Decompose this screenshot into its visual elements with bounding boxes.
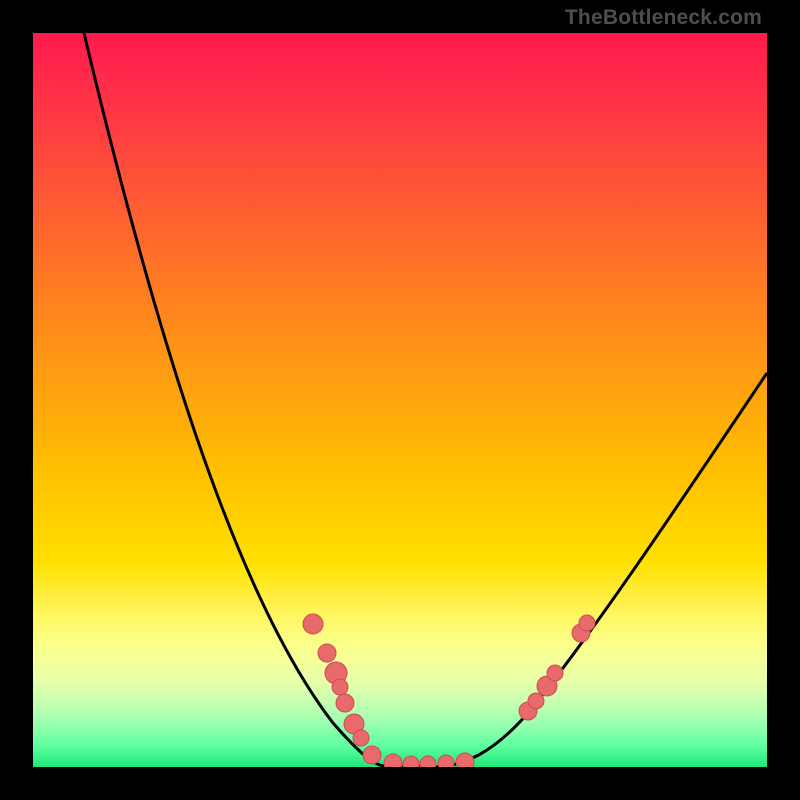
curve-layer — [33, 33, 767, 767]
data-marker — [528, 693, 544, 709]
data-marker — [303, 614, 323, 634]
data-marker — [420, 756, 436, 767]
data-marker — [438, 755, 454, 767]
data-marker — [363, 746, 381, 764]
data-marker — [384, 754, 402, 767]
chart-frame: TheBottleneck.com — [0, 0, 800, 800]
marker-layer — [303, 614, 595, 767]
plot-area — [33, 33, 767, 767]
data-marker — [353, 730, 369, 746]
data-marker — [579, 615, 595, 631]
data-marker — [403, 756, 419, 767]
data-marker — [318, 644, 336, 662]
data-marker — [336, 694, 354, 712]
data-marker — [456, 753, 474, 767]
attribution-text: TheBottleneck.com — [565, 6, 762, 30]
data-marker — [547, 665, 563, 681]
data-marker — [332, 679, 348, 695]
bottleneck-curve — [84, 33, 767, 767]
